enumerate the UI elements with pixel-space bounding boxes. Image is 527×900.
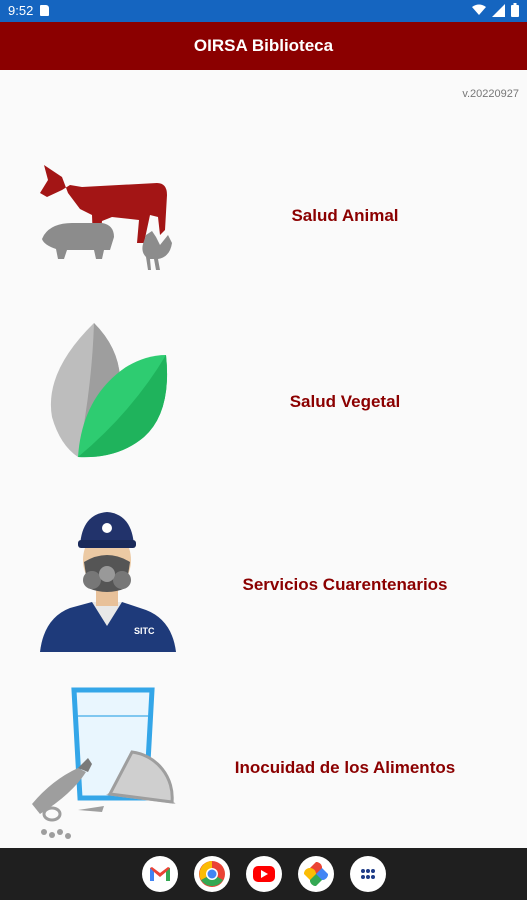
status-icons	[472, 3, 519, 17]
svg-text:SITC: SITC	[134, 626, 155, 636]
menu-item-salud-vegetal[interactable]: Salud Vegetal	[0, 312, 527, 492]
menu-item-servicios-cuarentenarios[interactable]: SITC Servicios Cuarentenarios	[0, 495, 527, 675]
menu-item-label: Salud Vegetal	[289, 392, 401, 411]
food-safety-icon	[32, 687, 176, 839]
menu-item-label: Salud Animal	[291, 206, 399, 225]
menu-item-inocuidad-alimentos[interactable]: Inocuidad de los Alimentos	[0, 678, 527, 858]
chrome-icon[interactable]	[193, 856, 230, 892]
sd-card-icon	[40, 5, 49, 16]
wifi-icon	[472, 4, 486, 15]
menu-item-salud-animal[interactable]: Salud Animal	[0, 130, 527, 310]
leaf-icon	[50, 323, 168, 458]
farm-animals-icon	[40, 165, 172, 270]
nav-apps	[0, 856, 527, 892]
menu-item-label: Servicios Cuarentenarios	[242, 575, 448, 594]
menu-item-label: Inocuidad de los Alimentos	[234, 758, 456, 777]
battery-icon	[511, 3, 519, 17]
quarantine-inspector-icon: SITC	[40, 512, 176, 652]
app-title: OIRSA Biblioteca	[193, 36, 334, 55]
status-time: 9:52	[8, 3, 34, 18]
status-bar: 9:52	[0, 0, 527, 22]
signal-icon	[492, 3, 505, 17]
version-label: v.20220927	[462, 88, 519, 100]
photos-icon[interactable]	[297, 856, 334, 892]
youtube-icon[interactable]	[245, 856, 282, 892]
app-drawer-icon[interactable]	[349, 856, 386, 892]
nav-bar	[0, 848, 527, 900]
app-bar: OIRSA Biblioteca	[0, 22, 527, 70]
gmail-icon[interactable]	[141, 856, 178, 892]
